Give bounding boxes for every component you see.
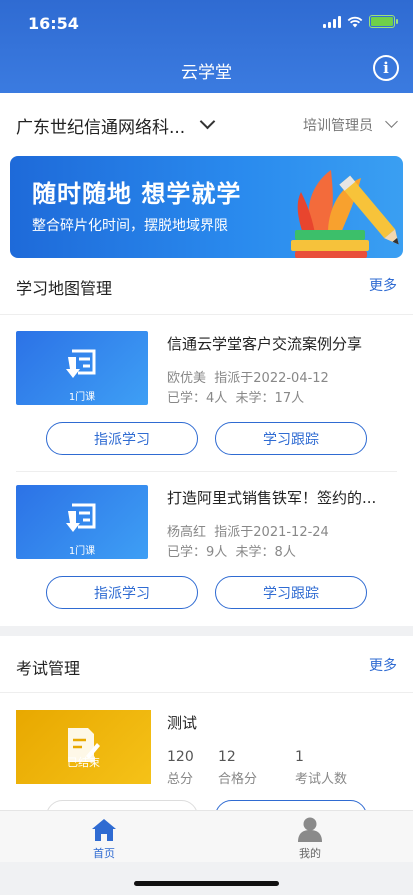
home-icon — [92, 819, 116, 841]
promo-banner[interactable]: 随时随地 想学就学 整合碎片化时间，摆脱地域界限 — [10, 156, 403, 258]
status-icons — [323, 15, 398, 28]
exam-more-link[interactable]: 更多 — [369, 655, 397, 675]
progress-info: 已学：4人 未学：17人 — [167, 387, 304, 406]
home-indicator — [134, 881, 279, 886]
tab-home[interactable]: 首页 — [44, 811, 164, 863]
chevron-down-icon[interactable] — [199, 113, 216, 130]
assign-study-button[interactable]: 指派学习 — [46, 422, 198, 455]
pass-score-label: 合格分 — [218, 772, 258, 787]
chevron-down-icon[interactable] — [385, 115, 398, 128]
role-selector[interactable]: 培训管理员 — [303, 115, 373, 135]
banner-title: 随时随地 想学就学 — [32, 180, 242, 208]
exam-thumbnail[interactable]: 已结束 — [16, 710, 151, 784]
status-time: 16:54 — [28, 14, 79, 33]
company-name[interactable]: 广东世纪信通网络科... — [16, 113, 185, 138]
course-count: 1门课 — [68, 392, 96, 403]
not-learned-count: 未学：8人 — [235, 545, 296, 560]
learning-map-more-link[interactable]: 更多 — [369, 275, 397, 295]
wifi-icon — [347, 16, 363, 27]
tab-bar: 首页 我的 — [0, 810, 413, 862]
battery-icon — [369, 15, 398, 28]
book-pencil-illustration — [291, 170, 399, 258]
company-selector[interactable]: 广东世纪信通网络科... 培训管理员 — [0, 93, 413, 153]
exam-title[interactable]: 测试 — [167, 712, 197, 733]
assign-date: 指派于2021-12-24 — [214, 525, 329, 540]
total-score-label: 总分 — [167, 772, 194, 787]
pass-score: 12 — [218, 749, 236, 765]
assigner-name: 杨高红 — [167, 525, 207, 540]
section-gap — [0, 626, 413, 636]
course-icon — [66, 349, 96, 378]
examinee-count-label: 考试人数 — [295, 772, 348, 787]
course-title[interactable]: 信通云学堂客户交流案例分享 — [167, 333, 362, 354]
main-content: 广东世纪信通网络科... 培训管理员 随时随地 想学就学 整合碎片化时间，摆脱地… — [0, 93, 413, 810]
assign-info: 杨高红 指派于2021-12-24 — [167, 521, 329, 540]
info-icon[interactable]: i — [373, 55, 399, 81]
course-thumbnail[interactable]: 1门课 — [16, 485, 148, 559]
learning-map-header: 学习地图管理 更多 — [0, 261, 413, 311]
exam-action-button[interactable] — [46, 800, 198, 810]
assign-study-button[interactable]: 指派学习 — [46, 576, 198, 609]
divider — [0, 314, 413, 315]
divider — [16, 471, 397, 472]
total-score: 120 — [167, 749, 194, 765]
section-title: 学习地图管理 — [16, 279, 113, 298]
course-thumbnail[interactable]: 1门课 — [16, 331, 148, 405]
course-icon — [66, 503, 96, 532]
tab-home-label: 首页 — [93, 847, 115, 860]
tab-me-label: 我的 — [299, 847, 321, 860]
course-title[interactable]: 打造阿里式销售铁军！签约的... — [167, 487, 376, 508]
exam-status: 已结束 — [67, 756, 100, 769]
divider — [0, 692, 413, 693]
track-study-button[interactable]: 学习跟踪 — [215, 576, 367, 609]
exam-header: 考试管理 更多 — [0, 641, 413, 691]
banner-subtitle: 整合碎片化时间，摆脱地域界限 — [32, 218, 228, 234]
exam-action-button[interactable] — [215, 800, 367, 810]
signal-icon — [323, 15, 341, 28]
section-title: 考试管理 — [16, 659, 81, 678]
not-learned-count: 未学：17人 — [235, 391, 305, 406]
learned-count: 已学：4人 — [167, 391, 228, 406]
app-header: 16:54 云学堂 i — [0, 0, 413, 93]
page-title: 云学堂 — [181, 63, 232, 83]
learned-count: 已学：9人 — [167, 545, 228, 560]
user-icon — [298, 817, 322, 842]
progress-info: 已学：9人 未学：8人 — [167, 541, 296, 560]
course-count: 1门课 — [68, 546, 96, 557]
assigner-name: 欧优美 — [167, 371, 207, 386]
assign-date: 指派于2022-04-12 — [214, 371, 329, 386]
tab-me[interactable]: 我的 — [250, 811, 370, 863]
track-study-button[interactable]: 学习跟踪 — [215, 422, 367, 455]
examinee-count: 1 — [295, 749, 304, 765]
assign-info: 欧优美 指派于2022-04-12 — [167, 367, 329, 386]
